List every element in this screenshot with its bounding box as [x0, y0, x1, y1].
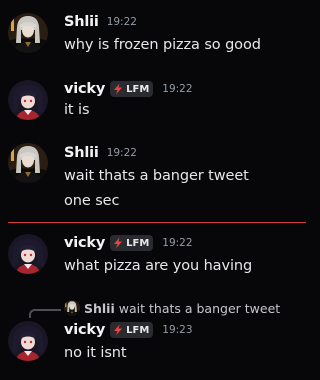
message-text: it is [64, 102, 90, 118]
timestamp: 19:22 [106, 147, 137, 159]
role-tag-label: LFM [126, 83, 150, 95]
message-header: vicky LFM 19:22 [64, 235, 193, 251]
reply-connector [29, 309, 61, 318]
message-header: vicky LFM 19:22 [64, 81, 193, 97]
shlii-avatar[interactable] [8, 13, 48, 53]
role-tag-label: LFM [126, 237, 150, 249]
author-name[interactable]: Shlii [64, 14, 99, 30]
message-header: vicky LFM 19:23 [64, 322, 193, 338]
message-header: Shlii 19:22 [64, 145, 137, 161]
author-name[interactable]: vicky [64, 235, 105, 251]
chat-messages: Shlii 19:22 why is frozen pizza so good … [0, 0, 306, 380]
timestamp: 19:22 [106, 16, 137, 28]
shlii-avatar [64, 300, 80, 316]
bolt-icon [112, 237, 124, 249]
vicky-avatar[interactable] [8, 321, 48, 361]
shlii-avatar[interactable] [8, 143, 48, 183]
bolt-icon [112, 83, 124, 95]
role-tag-label: LFM [126, 324, 150, 336]
reply-author[interactable]: Shlii [84, 301, 115, 316]
timestamp: 19:22 [162, 83, 193, 95]
reply-preview[interactable]: Shlii wait thats a banger tweet [64, 300, 280, 316]
new-messages-divider [8, 222, 306, 223]
role-tag[interactable]: LFM [110, 235, 154, 251]
message-header: Shlii 19:22 [64, 14, 137, 30]
author-name[interactable]: Shlii [64, 145, 99, 161]
message-text: one sec [64, 193, 120, 209]
role-tag[interactable]: LFM [110, 322, 154, 338]
author-name[interactable]: vicky [64, 322, 105, 338]
message-text: what pizza are you having [64, 258, 253, 274]
author-name[interactable]: vicky [64, 81, 105, 97]
bolt-icon [112, 324, 124, 336]
timestamp: 19:23 [162, 324, 193, 336]
message-text: wait thats a banger tweet [64, 168, 249, 184]
vicky-avatar[interactable] [8, 234, 48, 274]
vicky-avatar[interactable] [8, 80, 48, 120]
message-text: why is frozen pizza so good [64, 37, 261, 53]
reply-text[interactable]: wait thats a banger tweet [119, 301, 280, 316]
role-tag[interactable]: LFM [110, 81, 154, 97]
message-text: no it isnt [64, 345, 127, 361]
timestamp: 19:22 [162, 237, 193, 249]
